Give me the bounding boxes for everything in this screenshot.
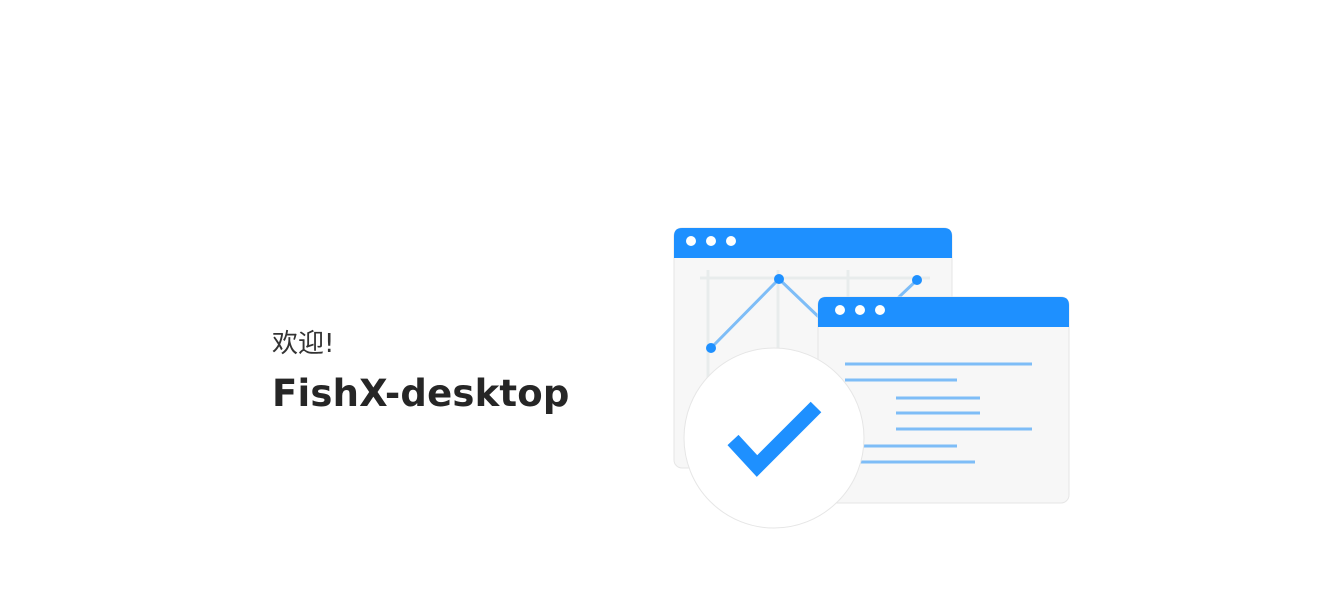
welcome-illustration <box>673 227 1070 529</box>
welcome-page: 欢迎! FishX-desktop <box>0 0 1340 615</box>
checkmark-icon <box>683 347 865 529</box>
